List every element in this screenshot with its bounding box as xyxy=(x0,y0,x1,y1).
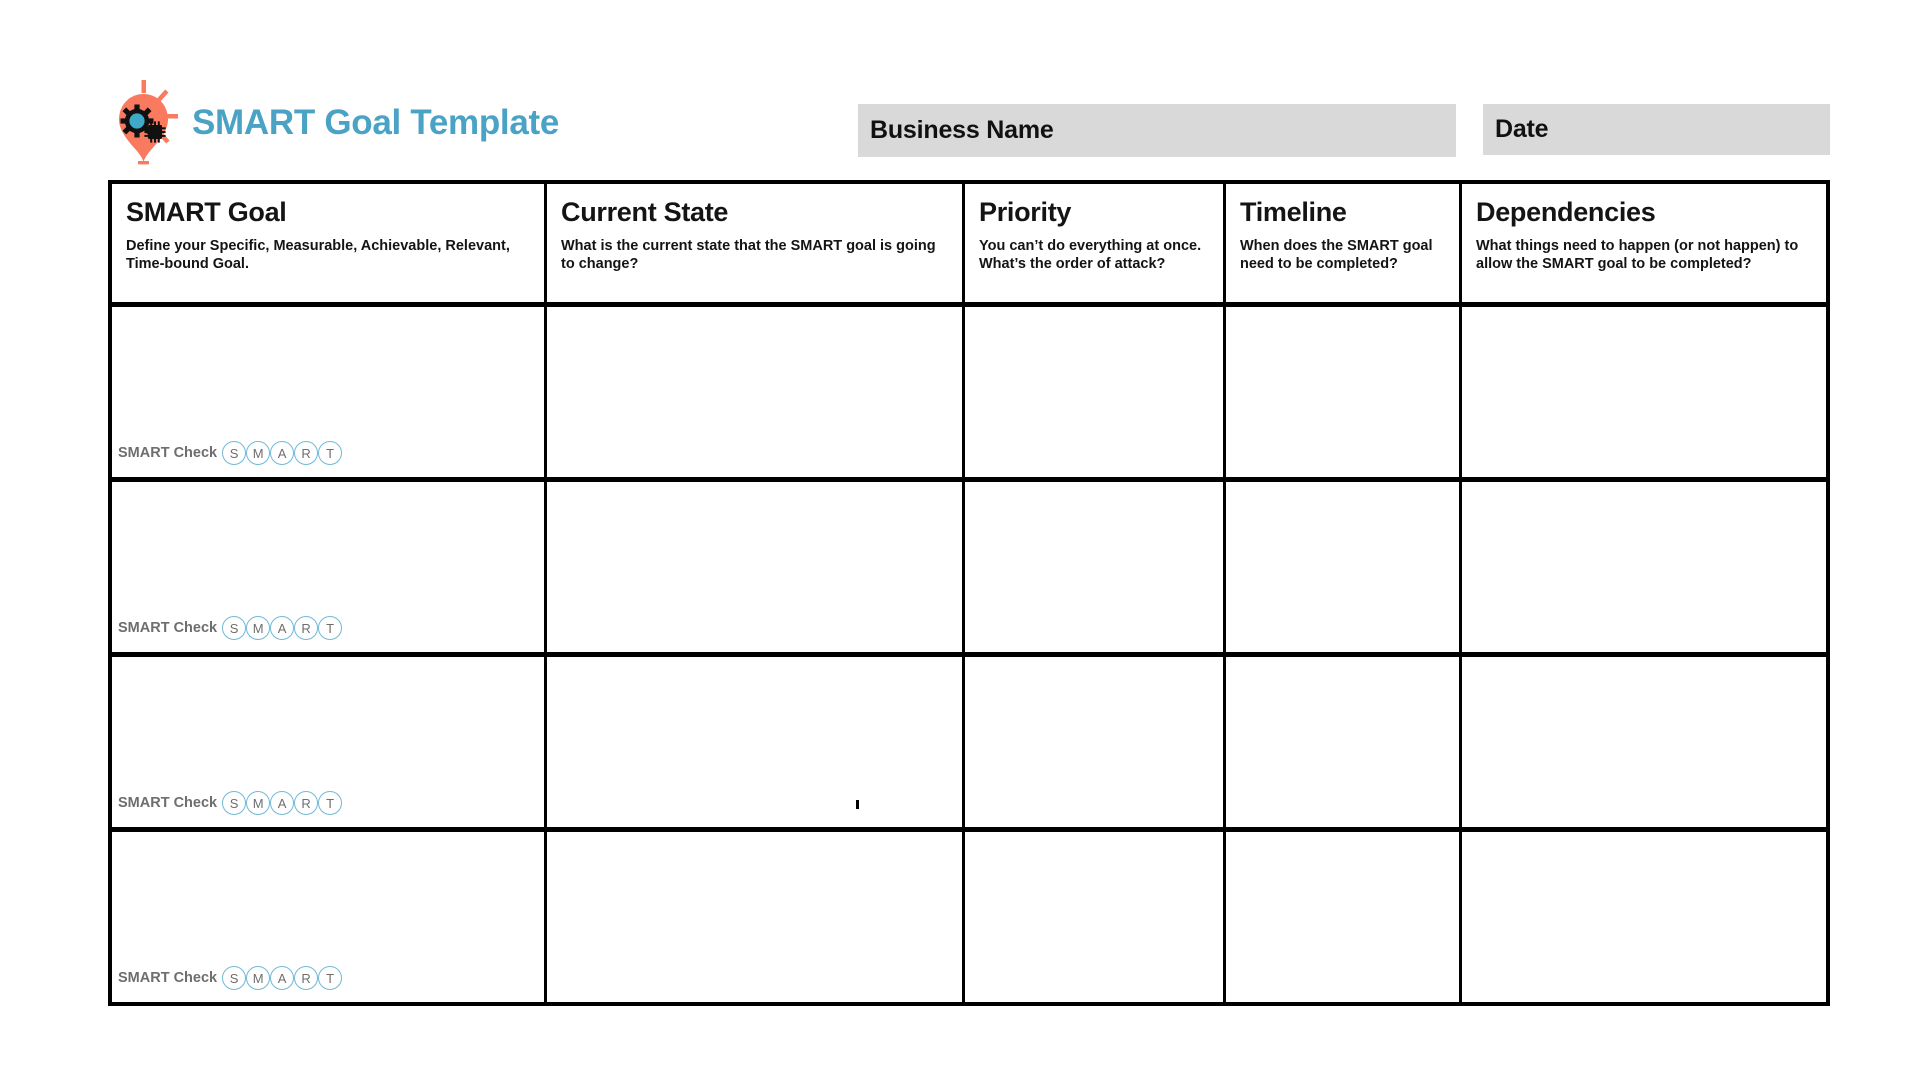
smart-check-dot-r[interactable]: R xyxy=(294,616,319,640)
cell-timeline[interactable] xyxy=(1226,832,1462,1002)
smart-check-dot-s[interactable]: S xyxy=(222,616,247,640)
smart-check-label: SMART Check xyxy=(118,795,218,811)
page-title: SMART Goal Template xyxy=(192,102,560,142)
cell-dependencies[interactable] xyxy=(1462,482,1826,652)
smart-check-dot-t[interactable]: T xyxy=(318,791,343,815)
smart-check-label: SMART Check xyxy=(118,620,218,636)
cell-dependencies[interactable] xyxy=(1462,307,1826,477)
smart-check-dot-r[interactable]: R xyxy=(294,966,319,990)
column-header-dependencies: Dependencies What things need to happen … xyxy=(1462,184,1826,302)
page-tick-mark xyxy=(856,800,859,809)
cell-smart-goal[interactable]: SMART Check S M A R T xyxy=(112,657,547,827)
column-header-smart-goal: SMART Goal Define your Specific, Measura… xyxy=(112,184,547,302)
column-title: SMART Goal xyxy=(126,197,287,227)
date-field[interactable]: Date xyxy=(1483,104,1830,155)
business-name-label: Business Name xyxy=(870,116,1054,144)
smart-check-label: SMART Check xyxy=(118,970,218,986)
smart-goal-template-page: SMART Goal Template Business Name Date S… xyxy=(0,0,1920,1080)
column-description: What is the current state that the SMART… xyxy=(561,237,936,273)
business-name-field[interactable]: Business Name xyxy=(858,104,1456,157)
smart-check-dot-r[interactable]: R xyxy=(294,441,319,465)
cell-current-state[interactable] xyxy=(547,482,965,652)
column-description: You can’t do everything at once. What’s … xyxy=(979,237,1202,273)
cell-smart-goal[interactable]: SMART Check S M A R T xyxy=(112,307,547,477)
smart-check-dot-a[interactable]: A xyxy=(270,966,295,990)
table-row: SMART Check S M A R T xyxy=(112,657,1826,832)
smart-check-dot-m[interactable]: M xyxy=(246,966,271,990)
column-description: What things need to happen (or not happe… xyxy=(1476,237,1799,273)
cell-dependencies[interactable] xyxy=(1462,832,1826,1002)
table-row: SMART Check S M A R T xyxy=(112,307,1826,482)
column-title: Current State xyxy=(561,197,729,227)
column-title: Timeline xyxy=(1240,197,1347,227)
cell-timeline[interactable] xyxy=(1226,657,1462,827)
table-row: SMART Check S M A R T xyxy=(112,832,1826,1002)
page-header: SMART Goal Template Business Name Date xyxy=(0,0,1920,180)
cell-current-state[interactable] xyxy=(547,657,965,827)
smart-check-dot-m[interactable]: M xyxy=(246,441,271,465)
smart-check-dot-t[interactable]: T xyxy=(318,616,343,640)
smart-check-label: SMART Check xyxy=(118,445,218,461)
cell-timeline[interactable] xyxy=(1226,307,1462,477)
smart-check-dot-t[interactable]: T xyxy=(318,966,343,990)
lightbulb-gear-icon xyxy=(100,80,178,166)
smart-check-dot-a[interactable]: A xyxy=(270,616,295,640)
column-header-priority: Priority You can’t do everything at once… xyxy=(965,184,1226,302)
cell-priority[interactable] xyxy=(965,482,1226,652)
column-description: When does the SMART goal need to be comp… xyxy=(1240,237,1433,273)
smart-goal-table: SMART Goal Define your Specific, Measura… xyxy=(108,180,1830,1006)
column-header-timeline: Timeline When does the SMART goal need t… xyxy=(1226,184,1462,302)
smart-check-group: SMART Check S M A R T xyxy=(118,616,343,640)
smart-check-dot-s[interactable]: S xyxy=(222,966,247,990)
brand: SMART Goal Template xyxy=(100,80,559,166)
smart-check-dot-s[interactable]: S xyxy=(222,441,247,465)
date-label: Date xyxy=(1495,115,1549,143)
cell-priority[interactable] xyxy=(965,832,1226,1002)
cell-priority[interactable] xyxy=(965,307,1226,477)
column-title: Dependencies xyxy=(1476,197,1656,227)
column-description: Define your Specific, Measurable, Achiev… xyxy=(126,237,510,273)
smart-check-dot-s[interactable]: S xyxy=(222,791,247,815)
cell-priority[interactable] xyxy=(965,657,1226,827)
smart-check-dot-a[interactable]: A xyxy=(270,791,295,815)
cell-current-state[interactable] xyxy=(547,832,965,1002)
smart-check-dot-r[interactable]: R xyxy=(294,791,319,815)
cell-timeline[interactable] xyxy=(1226,482,1462,652)
cell-current-state[interactable] xyxy=(547,307,965,477)
table-header-row: SMART Goal Define your Specific, Measura… xyxy=(112,184,1826,307)
smart-check-dot-t[interactable]: T xyxy=(318,441,343,465)
table-row: SMART Check S M A R T xyxy=(112,482,1826,657)
smart-check-dot-m[interactable]: M xyxy=(246,791,271,815)
smart-check-group: SMART Check S M A R T xyxy=(118,791,343,815)
smart-check-group: SMART Check S M A R T xyxy=(118,441,343,465)
cell-smart-goal[interactable]: SMART Check S M A R T xyxy=(112,832,547,1002)
cell-dependencies[interactable] xyxy=(1462,657,1826,827)
smart-check-dot-m[interactable]: M xyxy=(246,616,271,640)
smart-check-dot-a[interactable]: A xyxy=(270,441,295,465)
cell-smart-goal[interactable]: SMART Check S M A R T xyxy=(112,482,547,652)
smart-check-group: SMART Check S M A R T xyxy=(118,966,343,990)
column-title: Priority xyxy=(979,197,1072,227)
column-header-current-state: Current State What is the current state … xyxy=(547,184,965,302)
